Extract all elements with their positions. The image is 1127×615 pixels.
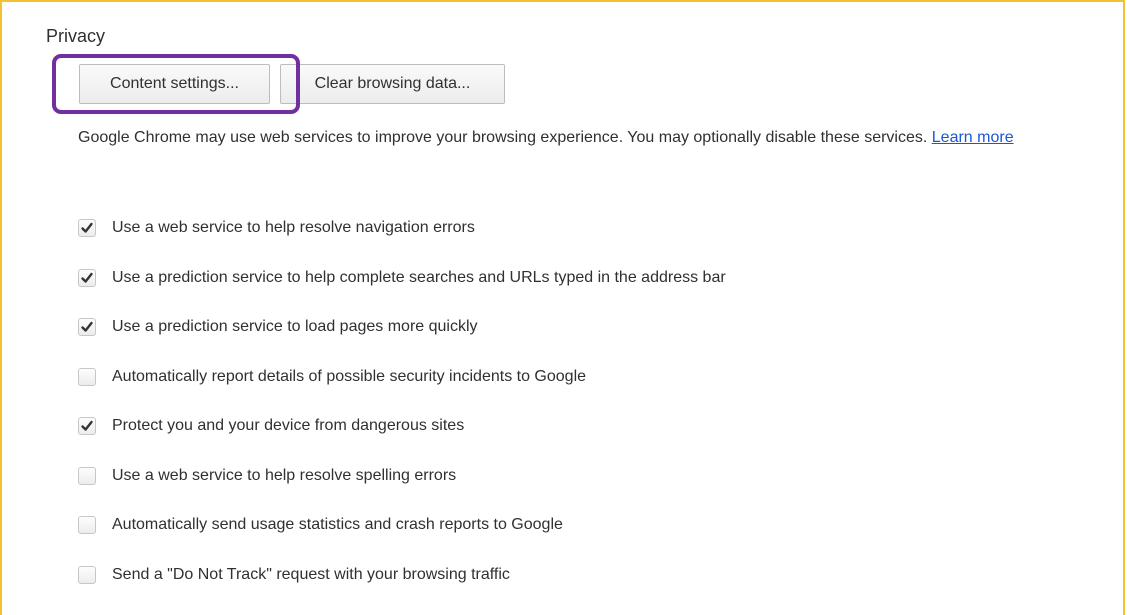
option-usage-statistics[interactable]: Automatically send usage statistics and …: [78, 513, 563, 537]
checkbox[interactable]: [78, 566, 96, 584]
option-prediction-searches[interactable]: Use a prediction service to help complet…: [78, 266, 726, 290]
option-label: Use a web service to help resolve naviga…: [112, 219, 475, 236]
option-prediction-pages[interactable]: Use a prediction service to load pages m…: [78, 315, 478, 339]
option-label: Send a "Do Not Track" request with your …: [112, 566, 510, 583]
option-security-incidents[interactable]: Automatically report details of possible…: [78, 365, 586, 389]
checkbox[interactable]: [78, 368, 96, 386]
option-do-not-track[interactable]: Send a "Do Not Track" request with your …: [78, 563, 510, 587]
checkmark-icon: [81, 222, 93, 233]
privacy-description: Google Chrome may use web services to im…: [78, 120, 1058, 156]
learn-more-link[interactable]: Learn more: [932, 129, 1014, 146]
checkmark-icon: [81, 420, 93, 431]
checkbox[interactable]: [78, 219, 96, 237]
checkbox[interactable]: [78, 516, 96, 534]
clear-browsing-data-button[interactable]: Clear browsing data...: [280, 64, 505, 104]
option-label: Use a prediction service to help complet…: [112, 269, 726, 286]
option-label: Use a web service to help resolve spelli…: [112, 467, 457, 484]
checkbox[interactable]: [78, 417, 96, 435]
section-title: Privacy: [46, 26, 106, 46]
option-label: Use a prediction service to load pages m…: [112, 318, 478, 335]
content-settings-button[interactable]: Content settings...: [79, 64, 270, 104]
option-spelling-errors[interactable]: Use a web service to help resolve spelli…: [78, 464, 456, 488]
option-label: Protect you and your device from dangero…: [112, 417, 465, 434]
option-label: Automatically report details of possible…: [112, 368, 587, 385]
option-label: Automatically send usage statistics and …: [112, 516, 563, 533]
checkmark-icon: [81, 272, 93, 283]
description-text: Google Chrome may use web services to im…: [78, 129, 932, 146]
checkbox[interactable]: [78, 269, 96, 287]
checkbox[interactable]: [78, 467, 96, 485]
checkmark-icon: [81, 321, 93, 332]
option-dangerous-sites[interactable]: Protect you and your device from dangero…: [78, 414, 464, 438]
checkbox[interactable]: [78, 318, 96, 336]
option-navigation-errors[interactable]: Use a web service to help resolve naviga…: [78, 216, 475, 240]
